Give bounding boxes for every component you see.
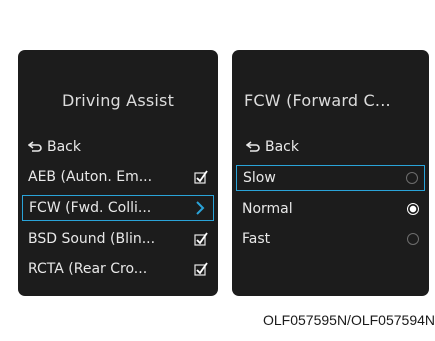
option-fast[interactable]: Fast bbox=[236, 227, 425, 251]
option-label: Fast bbox=[242, 231, 271, 247]
checkbox-checked-icon[interactable] bbox=[194, 170, 208, 184]
back-button[interactable]: Back bbox=[236, 135, 425, 159]
return-arrow-icon bbox=[246, 141, 260, 152]
panel-title: FCW (Forward C... bbox=[244, 91, 391, 110]
menu-item-bsd-sound[interactable]: BSD Sound (Blin... bbox=[22, 227, 214, 251]
checkbox-checked-icon[interactable] bbox=[194, 262, 208, 276]
driving-assist-panel: Driving Assist Back AEB (Auton. Em... FC… bbox=[18, 50, 218, 296]
checkbox-checked-icon[interactable] bbox=[194, 232, 208, 246]
option-label: Normal bbox=[242, 201, 293, 217]
back-label: Back bbox=[265, 139, 299, 155]
back-label: Back bbox=[47, 139, 81, 155]
chevron-right-icon bbox=[193, 201, 207, 215]
menu-item-label: AEB (Auton. Em... bbox=[28, 169, 153, 185]
menu-item-rcta[interactable]: RCTA (Rear Cro... bbox=[22, 257, 214, 281]
menu-item-label: RCTA (Rear Cro... bbox=[28, 261, 148, 277]
option-normal[interactable]: Normal bbox=[236, 197, 425, 221]
radio-button-icon[interactable] bbox=[406, 172, 418, 184]
figure-caption: OLF057595N/OLF057594N bbox=[263, 312, 435, 328]
menu-item-label: BSD Sound (Blin... bbox=[28, 231, 156, 247]
panel-title: Driving Assist bbox=[61, 91, 175, 110]
menu-item-label: FCW (Fwd. Colli... bbox=[29, 200, 152, 216]
option-slow[interactable]: Slow bbox=[236, 165, 425, 191]
radio-button-selected-icon[interactable] bbox=[407, 203, 419, 215]
menu-item-aeb[interactable]: AEB (Auton. Em... bbox=[22, 165, 214, 189]
return-arrow-icon bbox=[28, 141, 42, 152]
back-button[interactable]: Back bbox=[22, 135, 214, 159]
option-label: Slow bbox=[243, 170, 276, 186]
menu-item-fcw[interactable]: FCW (Fwd. Colli... bbox=[22, 195, 214, 221]
fcw-panel: FCW (Forward C... Back Slow Normal Fast bbox=[232, 50, 429, 296]
radio-button-icon[interactable] bbox=[407, 233, 419, 245]
